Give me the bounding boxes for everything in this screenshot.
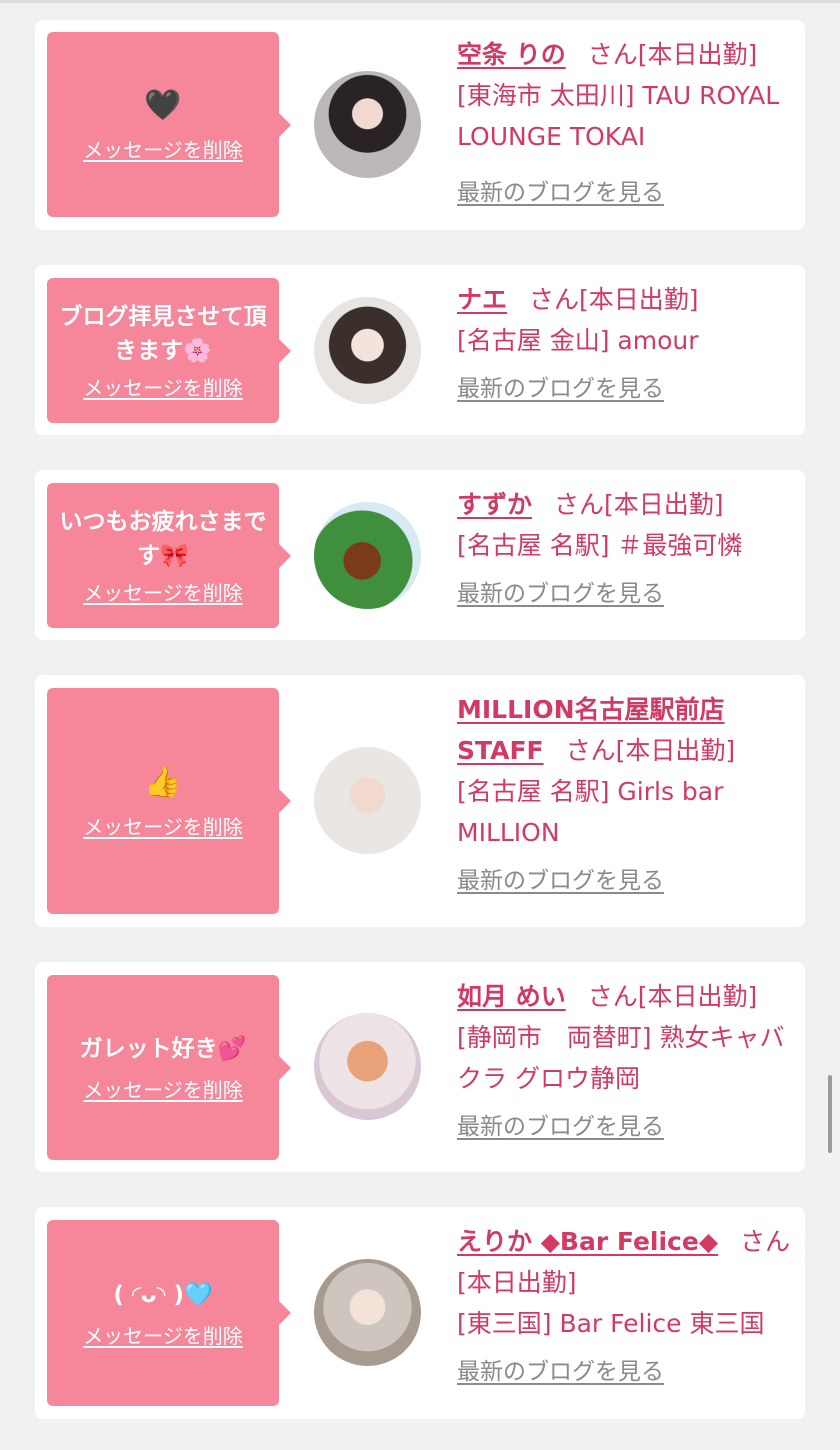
honorific: さん bbox=[565, 736, 616, 765]
delete-message-link[interactable]: メッセージを削除 bbox=[83, 1320, 243, 1349]
user-info: ナエ さん[本日出勤] [名古屋 金山] amour 最新のブログを見る bbox=[457, 279, 795, 410]
work-status: [本日出勤] bbox=[457, 1268, 577, 1297]
shop-location: [名古屋 名駅] ＃最強可憐 bbox=[457, 531, 743, 560]
user-info: MILLION名古屋駅前店STAFF さん[本日出勤] [名古屋 名駅] Girl… bbox=[457, 689, 795, 902]
blog-link[interactable]: 最新のブログを見る bbox=[457, 861, 664, 902]
work-status: [本日出勤] bbox=[604, 490, 724, 519]
delete-message-link[interactable]: メッセージを削除 bbox=[83, 811, 243, 840]
message-card: 🖤 メッセージを削除 空条 りの さん[本日出勤] [東海市 太田川] TAU R… bbox=[35, 20, 805, 230]
avatar[interactable] bbox=[314, 1013, 421, 1120]
message-bubble: 🖤 メッセージを削除 bbox=[47, 32, 291, 217]
shop-location: [東三国] Bar Felice 東三国 bbox=[457, 1309, 765, 1338]
scrollbar[interactable] bbox=[828, 1075, 832, 1153]
message-bubble: いつもお疲れさまです🎀 メッセージを削除 bbox=[47, 483, 291, 628]
work-status: [本日出勤] bbox=[637, 982, 758, 1011]
message-text: ガレット好き💕 bbox=[79, 1036, 247, 1062]
avatar[interactable] bbox=[314, 502, 421, 609]
blog-link[interactable]: 最新のブログを見る bbox=[457, 574, 664, 615]
message-bubble: ガレット好き💕 メッセージを削除 bbox=[47, 975, 291, 1160]
honorific: さん bbox=[587, 982, 638, 1011]
avatar[interactable] bbox=[314, 1259, 421, 1366]
delete-message-link[interactable]: メッセージを削除 bbox=[83, 577, 243, 606]
user-info: えりか ◆Bar Felice◆ さん [本日出勤] [東三国] Bar Felic… bbox=[457, 1221, 795, 1393]
honorific: さん bbox=[529, 285, 580, 314]
shop-location: [名古屋 名駅] Girls bar MILLION bbox=[457, 777, 724, 847]
user-info: 如月 めい さん[本日出勤] [静岡市 両替町] 熟女キャバクラ グロウ静岡 最新… bbox=[457, 976, 795, 1148]
honorific: さん bbox=[740, 1227, 791, 1256]
work-status: [本日出勤] bbox=[615, 736, 736, 765]
blog-link[interactable]: 最新のブログを見る bbox=[457, 1352, 664, 1393]
user-info: 空条 りの さん[本日出勤] [東海市 太田川] TAU ROYAL LOUNGE… bbox=[457, 34, 795, 214]
message-text: ブログ拝見させて頂きます🌸 bbox=[59, 304, 267, 364]
blog-link[interactable]: 最新のブログを見る bbox=[457, 1107, 664, 1148]
message-card: 👍 メッセージを削除 MILLION名古屋駅前店STAFF さん[本日出勤] [名… bbox=[35, 675, 805, 927]
message-bubble: ( ◜ᴗ◝ )🩵 メッセージを削除 bbox=[47, 1220, 291, 1406]
shop-location: [静岡市 両替町] 熟女キャバクラ グロウ静岡 bbox=[457, 1023, 785, 1093]
blog-link[interactable]: 最新のブログを見る bbox=[457, 173, 664, 214]
message-card: ガレット好き💕 メッセージを削除 如月 めい さん[本日出勤] [静岡市 両替町]… bbox=[35, 962, 805, 1172]
avatar[interactable] bbox=[314, 71, 421, 178]
user-name-link[interactable]: 空条 りの bbox=[457, 40, 566, 69]
message-card: いつもお疲れさまです🎀 メッセージを削除 すずか さん[本日出勤] [名古屋 名駅… bbox=[35, 470, 805, 640]
user-name-link[interactable]: ナエ bbox=[457, 285, 507, 314]
work-status: [本日出勤] bbox=[579, 285, 699, 314]
delete-message-link[interactable]: メッセージを削除 bbox=[83, 1074, 243, 1103]
shop-location: [東海市 太田川] TAU ROYAL LOUNGE TOKAI bbox=[457, 81, 780, 151]
blog-link[interactable]: 最新のブログを見る bbox=[457, 369, 664, 410]
work-status: [本日出勤] bbox=[637, 40, 758, 69]
avatar[interactable] bbox=[314, 747, 421, 854]
user-name-link[interactable]: 如月 めい bbox=[457, 982, 566, 1011]
user-name-link[interactable]: すずか bbox=[457, 490, 532, 519]
message-bubble: 👍 メッセージを削除 bbox=[47, 688, 291, 914]
delete-message-link[interactable]: メッセージを削除 bbox=[83, 372, 243, 401]
message-text: いつもお疲れさまです🎀 bbox=[59, 509, 267, 569]
user-name-link[interactable]: えりか ◆Bar Felice◆ bbox=[457, 1227, 718, 1256]
honorific: さん bbox=[554, 490, 605, 519]
delete-message-link[interactable]: メッセージを削除 bbox=[83, 134, 243, 163]
message-bubble: ブログ拝見させて頂きます🌸 メッセージを削除 bbox=[47, 278, 291, 423]
avatar[interactable] bbox=[314, 297, 421, 404]
user-info: すずか さん[本日出勤] [名古屋 名駅] ＃最強可憐 最新のブログを見る bbox=[457, 484, 795, 615]
message-text: 🖤 bbox=[144, 88, 182, 123]
message-card: ブログ拝見させて頂きます🌸 メッセージを削除 ナエ さん[本日出勤] [名古屋 金… bbox=[35, 265, 805, 435]
message-text: ( ◜ᴗ◝ )🩵 bbox=[113, 1281, 213, 1308]
message-card: ( ◜ᴗ◝ )🩵 メッセージを削除 えりか ◆Bar Felice◆ さん [本日出… bbox=[35, 1207, 805, 1419]
top-divider bbox=[0, 0, 840, 3]
honorific: さん bbox=[587, 40, 638, 69]
shop-location: [名古屋 金山] amour bbox=[457, 326, 699, 355]
message-text: 👍 bbox=[144, 764, 182, 800]
